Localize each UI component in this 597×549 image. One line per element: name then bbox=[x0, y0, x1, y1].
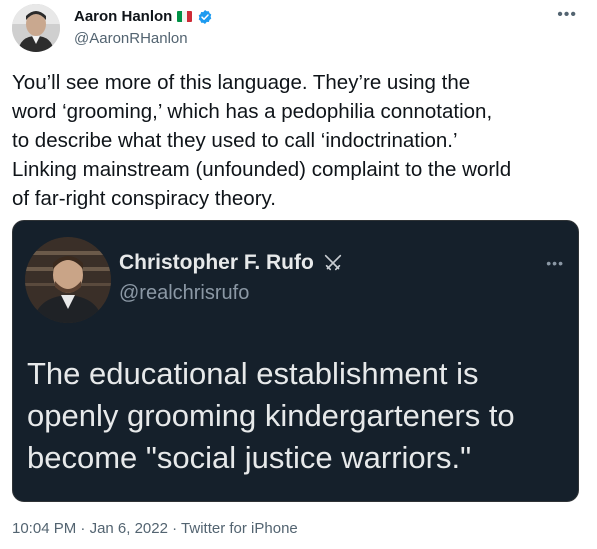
quoted-author-info: Christopher F. Rufo @realchrisrufo bbox=[119, 251, 344, 305]
meta-separator: · bbox=[76, 520, 90, 537]
author-display-name[interactable]: Aaron Hanlon bbox=[74, 8, 172, 25]
meta-separator: · bbox=[167, 520, 182, 537]
quoted-display-name[interactable]: Christopher F. Rufo bbox=[119, 251, 314, 275]
tweet-meta: 10:04 PM · Jan 6, 2022 · Twitter for iPh… bbox=[12, 520, 298, 537]
author-info: Aaron Hanlon @AaronRHanlon bbox=[74, 8, 213, 47]
quoted-tweet-text: The educational establishment is openly … bbox=[27, 356, 515, 475]
more-options-icon[interactable]: ••• bbox=[557, 6, 577, 24]
author-avatar[interactable] bbox=[12, 4, 60, 52]
tweet: Aaron Hanlon @AaronRHanlon ••• You’ll se… bbox=[0, 0, 597, 549]
quoted-handle[interactable]: @realchrisrufo bbox=[119, 282, 344, 305]
author-handle[interactable]: @AaronRHanlon bbox=[74, 30, 213, 47]
verified-badge-icon bbox=[199, 9, 212, 24]
quoted-more-icon[interactable]: ••• bbox=[546, 255, 564, 271]
crossed-swords-icon bbox=[324, 254, 341, 271]
italy-flag-icon bbox=[177, 11, 193, 22]
tweet-text: You’ll see more of this language. They’r… bbox=[12, 71, 512, 210]
quoted-author-avatar[interactable] bbox=[25, 237, 111, 323]
quoted-tweet-card[interactable]: Christopher F. Rufo @realchrisrufo ••• T… bbox=[12, 220, 579, 502]
tweet-timestamp[interactable]: 10:04 PM bbox=[12, 520, 76, 537]
tweet-date[interactable]: Jan 6, 2022 bbox=[90, 520, 168, 537]
tweet-source[interactable]: Twitter for iPhone bbox=[181, 520, 298, 537]
